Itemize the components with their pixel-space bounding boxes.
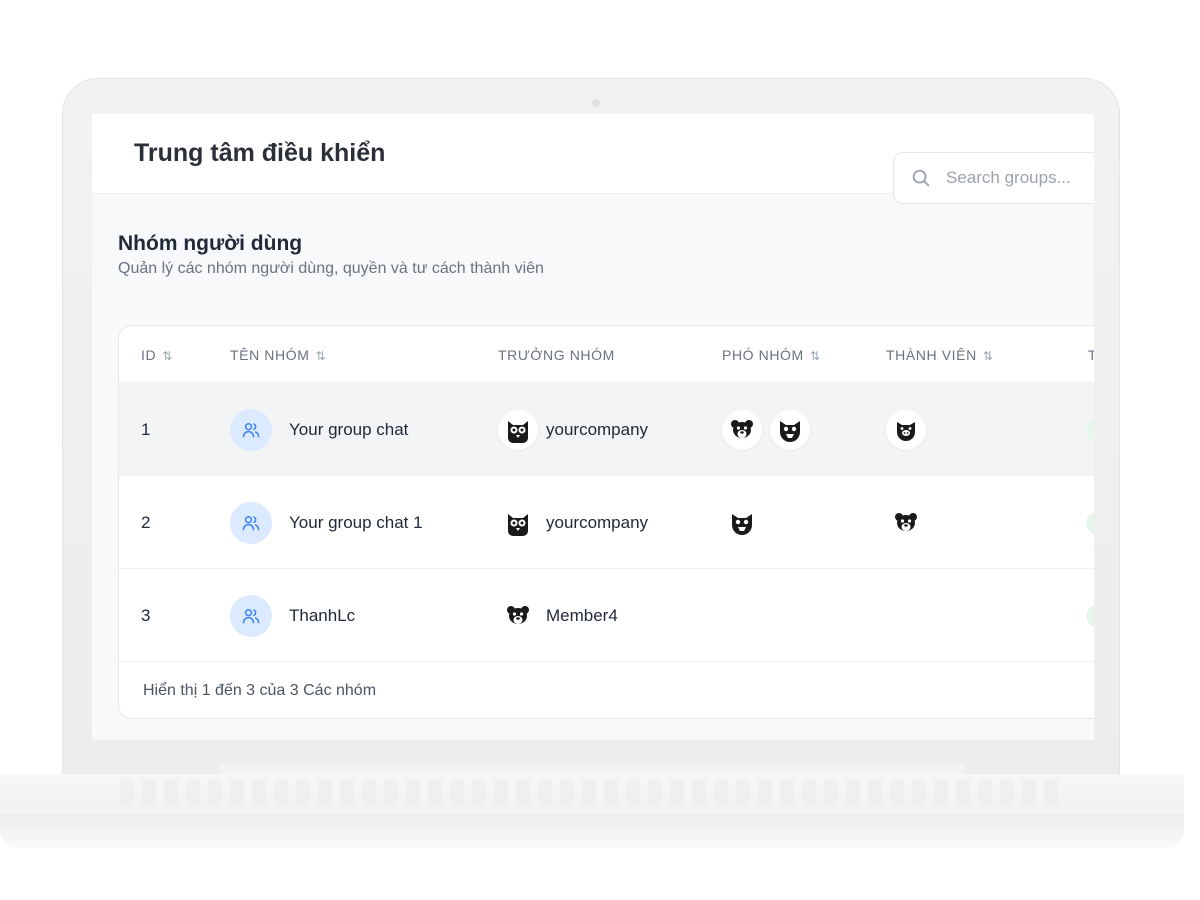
laptop-camera [592,99,600,107]
pig-avatar-icon [886,409,926,450]
deputy-cell [722,476,770,569]
laptop-base [0,764,1184,850]
table-row[interactable]: 1 Your group chat yourcompany [119,382,1094,475]
group-id: 3 [141,605,151,625]
cat-avatar-icon [770,409,810,450]
column-header-members[interactable]: THÀNH VIÊN ⇅ [886,347,993,363]
search-icon [912,169,930,187]
column-header-group-name[interactable]: TÊN NHÓM ⇅ [230,347,326,363]
laptop-front-edge [0,814,1184,848]
table-header: ID ⇅ TÊN NHÓM ⇅ TRƯỞNG NHÓM PHÓ NHÓM ⇅ THÀN… [119,326,1094,382]
group-name-cell: ThanhLc [230,569,355,662]
section-header: Nhóm người dùng Quản lý các nhóm người d… [92,194,1094,324]
bear-avatar-icon [498,595,538,636]
users-icon [230,501,272,544]
users-icon [230,408,272,451]
bear-avatar-icon [722,409,762,450]
sort-icon: ⇅ [162,349,172,363]
section-title: Nhóm người dùng [118,232,303,255]
leader-name: Member4 [546,605,618,625]
leader-cell: yourcompany [498,383,648,476]
app-screen: Trung tâm điều khiển Nhóm người dùng Quả… [92,114,1094,740]
table-row[interactable]: 3 ThanhLc Member4 [119,568,1094,661]
table-footer: Hiển thị 1 đến 3 của 3 Các nhóm [119,661,1094,718]
leader-name: yourcompany [546,512,649,532]
leader-cell: Member4 [498,569,618,662]
search-input[interactable] [946,168,1094,188]
members-cell [886,476,934,569]
section-subtitle: Quản lý các nhóm người dùng, quyền và tư… [118,260,544,277]
sort-icon: ⇅ [982,349,993,363]
group-name: Your group chat 1 [289,512,423,532]
bear-avatar-icon [886,502,926,543]
group-id: 1 [141,419,151,439]
deputy-cell [722,383,818,476]
table-row[interactable]: 2 Your group chat 1 yourcompany [119,475,1094,568]
users-icon [230,594,272,637]
laptop-keyboard [120,780,1064,806]
group-id: 2 [141,512,151,532]
column-header-id[interactable]: ID ⇅ [141,347,172,363]
groups-table: ID ⇅ TÊN NHÓM ⇅ TRƯỞNG NHÓM PHÓ NHÓM ⇅ THÀN… [118,325,1094,719]
leader-name: yourcompany [546,419,649,439]
leader-cell: yourcompany [498,476,648,569]
cat-avatar-icon [722,502,762,543]
owl-avatar-icon [498,502,538,543]
search-box[interactable] [893,152,1094,204]
column-header-status: T [1088,347,1094,363]
group-name: ThanhLc [289,605,356,625]
status-badge [1086,605,1094,627]
group-name: Your group chat [289,419,409,439]
column-header-leader: TRƯỞNG NHÓM [498,347,615,363]
members-cell [886,383,934,476]
owl-avatar-icon [498,409,538,450]
status-badge [1086,419,1094,441]
sort-icon: ⇅ [809,349,820,363]
group-name-cell: Your group chat [230,383,408,476]
pagination-summary: Hiển thị 1 đến 3 của 3 Các nhóm [143,682,377,699]
sort-icon: ⇅ [315,349,325,363]
app-title: Trung tâm điều khiển [134,139,386,167]
column-header-deputy[interactable]: PHÓ NHÓM ⇅ [722,347,820,363]
status-badge [1086,512,1094,534]
group-name-cell: Your group chat 1 [230,476,423,569]
